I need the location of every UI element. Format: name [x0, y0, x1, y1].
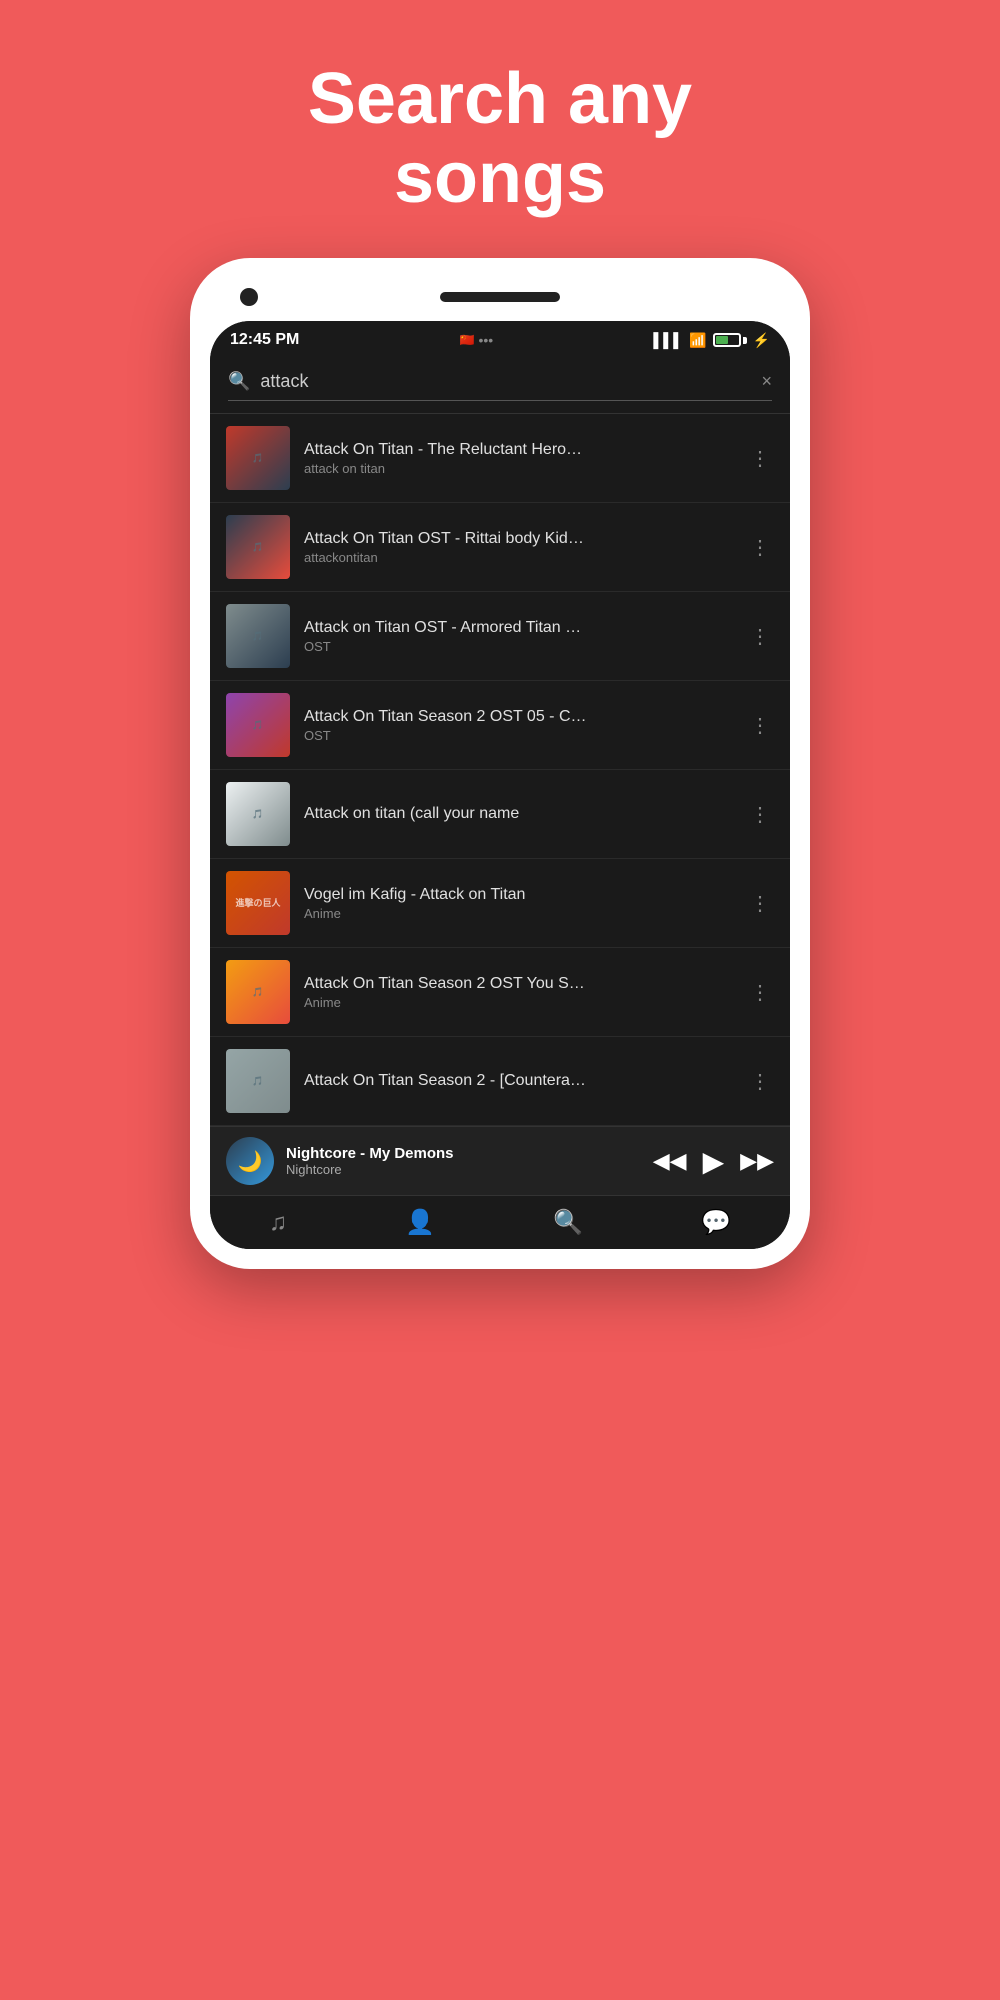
- now-playing-info: Nightcore - My Demons Nightcore: [286, 1145, 641, 1177]
- song-subtitle-4: OST: [304, 728, 732, 743]
- song-menu-button-4[interactable]: ⋮: [746, 713, 774, 738]
- song-item-8[interactable]: 🎵 Attack On Titan Season 2 - [Countera… …: [210, 1037, 790, 1126]
- clear-search-button[interactable]: ×: [761, 371, 772, 392]
- song-thumb-8: 🎵: [226, 1049, 290, 1113]
- song-item-1[interactable]: 🎵 Attack On Titan - The Reluctant Hero… …: [210, 414, 790, 503]
- song-title-8: Attack On Titan Season 2 - [Countera…: [304, 1072, 732, 1090]
- phone-screen: 12:45 PM 🇨🇳 ••• ▌▌▌ 📶 ⚡ 🔍: [210, 321, 790, 1249]
- song-subtitle-2: attackontitan: [304, 550, 732, 565]
- profile-icon: 👤: [405, 1208, 435, 1237]
- song-info-2: Attack On Titan OST - Rittai body Kid… a…: [304, 530, 732, 565]
- nav-search[interactable]: 🔍: [553, 1208, 583, 1237]
- search-input[interactable]: attack: [260, 371, 751, 392]
- speaker-bar: [440, 292, 560, 302]
- song-info-3: Attack on Titan OST - Armored Titan … OS…: [304, 619, 732, 654]
- song-title-4: Attack On Titan Season 2 OST 05 - C…: [304, 708, 732, 726]
- song-thumb-5: 🎵: [226, 782, 290, 846]
- music-icon: ♫: [269, 1209, 287, 1237]
- song-item-4[interactable]: 🎵 Attack On Titan Season 2 OST 05 - C… O…: [210, 681, 790, 770]
- song-thumb-2: 🎵: [226, 515, 290, 579]
- now-playing-thumb: 🌙: [226, 1137, 274, 1185]
- phone-mockup: 12:45 PM 🇨🇳 ••• ▌▌▌ 📶 ⚡ 🔍: [190, 258, 810, 1269]
- song-subtitle-7: Anime: [304, 995, 732, 1010]
- song-thumb-3: 🎵: [226, 604, 290, 668]
- song-item-2[interactable]: 🎵 Attack On Titan OST - Rittai body Kid……: [210, 503, 790, 592]
- song-info-7: Attack On Titan Season 2 OST You S… Anim…: [304, 975, 732, 1010]
- song-thumb-6: 進撃の巨人: [226, 871, 290, 935]
- camera-dot: [240, 288, 258, 306]
- song-item-5[interactable]: 🎵 Attack on titan (call your name ⋮: [210, 770, 790, 859]
- song-title-7: Attack On Titan Season 2 OST You S…: [304, 975, 732, 993]
- song-title-2: Attack On Titan OST - Rittai body Kid…: [304, 530, 732, 548]
- nav-music[interactable]: ♫: [269, 1209, 287, 1237]
- song-title-1: Attack On Titan - The Reluctant Hero…: [304, 441, 732, 459]
- phone-notch: [210, 278, 790, 316]
- song-menu-button-3[interactable]: ⋮: [746, 624, 774, 649]
- next-button[interactable]: ▶▶: [740, 1148, 774, 1174]
- song-title-5: Attack on titan (call your name: [304, 805, 732, 823]
- song-item-6[interactable]: 進撃の巨人 Vogel im Kafig - Attack on Titan A…: [210, 859, 790, 948]
- song-subtitle-3: OST: [304, 639, 732, 654]
- song-info-1: Attack On Titan - The Reluctant Hero… at…: [304, 441, 732, 476]
- status-icons: ▌▌▌ 📶 ⚡: [653, 332, 770, 349]
- now-playing-artist: Nightcore: [286, 1162, 641, 1177]
- song-info-5: Attack on titan (call your name: [304, 805, 732, 823]
- song-item-3[interactable]: 🎵 Attack on Titan OST - Armored Titan … …: [210, 592, 790, 681]
- song-title-3: Attack on Titan OST - Armored Titan …: [304, 619, 732, 637]
- chat-icon: 💬: [701, 1208, 731, 1237]
- bottom-navigation: ♫ 👤 🔍 💬: [210, 1195, 790, 1249]
- song-info-4: Attack On Titan Season 2 OST 05 - C… OST: [304, 708, 732, 743]
- nav-chat[interactable]: 💬: [701, 1208, 731, 1237]
- battery-icon: [713, 333, 747, 347]
- page-heading: Search any songs: [308, 60, 692, 218]
- wifi-icon: 📶: [689, 332, 706, 349]
- song-menu-button-8[interactable]: ⋮: [746, 1069, 774, 1094]
- status-bar: 12:45 PM 🇨🇳 ••• ▌▌▌ 📶 ⚡: [210, 321, 790, 359]
- play-button[interactable]: ▶: [703, 1145, 725, 1178]
- charge-icon: ⚡: [753, 332, 770, 349]
- search-bar[interactable]: 🔍 attack ×: [228, 371, 772, 401]
- search-nav-icon: 🔍: [553, 1208, 583, 1237]
- song-thumb-4: 🎵: [226, 693, 290, 757]
- nav-profile[interactable]: 👤: [405, 1208, 435, 1237]
- now-playing-bar[interactable]: 🌙 Nightcore - My Demons Nightcore ◀◀ ▶ ▶…: [210, 1126, 790, 1195]
- page-title-line1: Search any: [308, 59, 692, 139]
- song-thumb-1: 🎵: [226, 426, 290, 490]
- song-subtitle-1: attack on titan: [304, 461, 732, 476]
- song-menu-button-2[interactable]: ⋮: [746, 535, 774, 560]
- playback-controls[interactable]: ◀◀ ▶ ▶▶: [653, 1145, 774, 1178]
- page-title-line2: songs: [394, 138, 606, 218]
- song-menu-button-5[interactable]: ⋮: [746, 802, 774, 827]
- song-info-6: Vogel im Kafig - Attack on Titan Anime: [304, 886, 732, 921]
- search-icon: 🔍: [228, 371, 250, 392]
- song-thumb-7: 🎵: [226, 960, 290, 1024]
- song-menu-button-6[interactable]: ⋮: [746, 891, 774, 916]
- signal-icon: ▌▌▌: [653, 332, 683, 348]
- song-item-7[interactable]: 🎵 Attack On Titan Season 2 OST You S… An…: [210, 948, 790, 1037]
- song-menu-button-1[interactable]: ⋮: [746, 446, 774, 471]
- song-title-6: Vogel im Kafig - Attack on Titan: [304, 886, 732, 904]
- song-info-8: Attack On Titan Season 2 - [Countera…: [304, 1072, 732, 1090]
- prev-button[interactable]: ◀◀: [653, 1148, 687, 1174]
- now-playing-title: Nightcore - My Demons: [286, 1145, 641, 1162]
- song-subtitle-6: Anime: [304, 906, 732, 921]
- song-list: 🎵 Attack On Titan - The Reluctant Hero… …: [210, 414, 790, 1126]
- search-container[interactable]: 🔍 attack ×: [210, 359, 790, 414]
- song-menu-button-7[interactable]: ⋮: [746, 980, 774, 1005]
- status-time: 12:45 PM: [230, 331, 299, 349]
